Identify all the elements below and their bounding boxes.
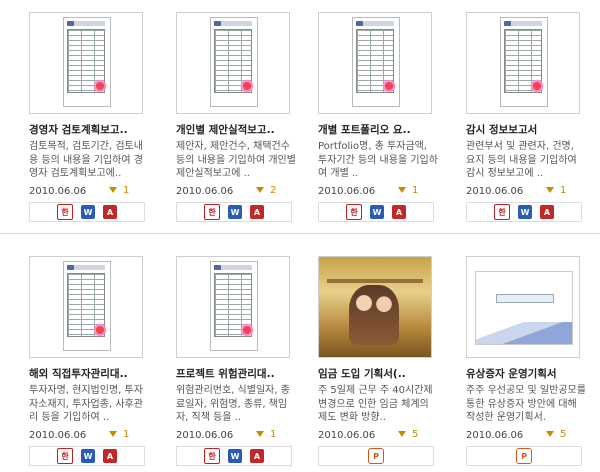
doc-format-icon[interactable]: W [81, 205, 95, 219]
template-title[interactable]: 유상증자 운영기획서 [466, 366, 586, 381]
download-count-value: 1 [412, 185, 419, 196]
download-count-value: 2 [270, 185, 277, 196]
format-icons: P [318, 446, 434, 466]
template-description: Portfolio명, 총 투자금액, 투자기간 등의 내용을 기입하여 개별 … [318, 141, 438, 179]
pdf-format-icon[interactable]: A [103, 205, 117, 219]
download-count-value: 5 [412, 429, 419, 440]
upload-date: 2010.06.06 [466, 430, 524, 441]
template-thumbnail[interactable] [318, 256, 432, 358]
pdf-format-icon[interactable]: A [103, 449, 117, 463]
template-row-2: 해외 직접투자관리대.. 투자자명, 현지법인명, 투자자소재지, 투자업종, 사… [0, 244, 600, 472]
upload-date: 2010.06.06 [176, 186, 234, 197]
download-count: 1 [109, 429, 129, 440]
template-title[interactable]: 감시 정보보고서 [466, 122, 586, 137]
download-arrow-icon [398, 431, 406, 437]
ppt-format-icon[interactable]: P [368, 448, 384, 464]
format-icons: 한WA [318, 202, 434, 222]
template-description: 위험관리번호, 식별일자, 종료일자, 위험명, 종류, 책임자, 직책 등을 … [176, 385, 290, 423]
pdf-format-icon[interactable]: A [250, 205, 264, 219]
download-count: 5 [546, 429, 566, 440]
format-icons: P [466, 446, 582, 466]
template-description: 검토목적, 검토기간, 검토내용 등의 내용을 기입하여 경영자 검토계획보고에… [29, 141, 143, 179]
template-title[interactable]: 개별 포트폴리오 요.. [318, 122, 438, 137]
template-thumbnail[interactable] [176, 12, 290, 114]
template-description: 제안자, 제안건수, 채택건수 등의 내용을 기입하여 개인별 제안실적보고에 … [176, 141, 296, 179]
upload-date: 2010.06.06 [466, 186, 524, 197]
template-thumbnail[interactable] [176, 256, 290, 358]
doc-format-icon[interactable]: W [228, 449, 242, 463]
template-thumbnail[interactable] [466, 256, 580, 358]
template-thumbnail[interactable] [318, 12, 432, 114]
download-count-value: 1 [123, 185, 130, 196]
template-thumbnail[interactable] [29, 12, 143, 114]
template-description: 관련부서 및 관련자, 건명, 요지 등의 내용을 기입하여 감시 정보보고에 … [466, 141, 577, 179]
download-count-value: 5 [560, 429, 567, 440]
format-icons: 한WA [176, 446, 292, 466]
download-arrow-icon [398, 187, 406, 193]
download-count: 1 [109, 185, 129, 196]
pdf-format-icon[interactable]: A [250, 449, 264, 463]
upload-date: 2010.06.06 [318, 430, 376, 441]
upload-date: 2010.06.06 [176, 430, 234, 441]
upload-date: 2010.06.06 [29, 430, 87, 441]
hwp-format-icon[interactable]: 한 [57, 204, 73, 220]
template-thumbnail[interactable] [466, 12, 580, 114]
download-arrow-icon [109, 187, 117, 193]
hwp-format-icon[interactable]: 한 [57, 448, 73, 464]
download-count: 1 [398, 185, 418, 196]
hwp-format-icon[interactable]: 한 [204, 448, 220, 464]
download-count-value: 1 [560, 185, 567, 196]
template-title[interactable]: 프로젝트 위험관리대.. [176, 366, 296, 381]
download-count: 1 [546, 185, 566, 196]
pdf-format-icon[interactable]: A [392, 205, 406, 219]
template-title[interactable]: 임금 도입 기획서(.. [318, 366, 438, 381]
template-thumbnail[interactable] [29, 256, 143, 358]
doc-format-icon[interactable]: W [228, 205, 242, 219]
template-description: 주주 우선공모 및 일반공모를 통한 유상증자 방안에 대해 작성한 운영기획서… [466, 385, 586, 423]
template-row-1: 경영자 검토계획보고.. 검토목적, 검토기간, 검토내용 등의 내용을 기입하여… [0, 0, 600, 228]
download-arrow-icon [256, 431, 264, 437]
hwp-format-icon[interactable]: 한 [494, 204, 510, 220]
template-title[interactable]: 해외 직접투자관리대.. [29, 366, 149, 381]
hwp-format-icon[interactable]: 한 [204, 204, 220, 220]
doc-format-icon[interactable]: W [81, 449, 95, 463]
template-title[interactable]: 경영자 검토계획보고.. [29, 122, 149, 137]
upload-date: 2010.06.06 [318, 186, 376, 197]
download-arrow-icon [546, 431, 554, 437]
upload-date: 2010.06.06 [29, 186, 87, 197]
hwp-format-icon[interactable]: 한 [346, 204, 362, 220]
template-description: 투자자명, 현지법인명, 투자자소재지, 투자업종, 사후관리 등을 기입하여 … [29, 385, 143, 423]
download-arrow-icon [256, 187, 264, 193]
download-arrow-icon [109, 431, 117, 437]
format-icons: 한WA [176, 202, 292, 222]
download-count: 5 [398, 429, 418, 440]
download-count-value: 1 [123, 429, 130, 440]
pdf-format-icon[interactable]: A [540, 205, 554, 219]
template-title[interactable]: 개인별 제안실적보고.. [176, 122, 296, 137]
doc-format-icon[interactable]: W [370, 205, 384, 219]
download-count: 1 [256, 429, 276, 440]
format-icons: 한WA [29, 446, 145, 466]
doc-format-icon[interactable]: W [518, 205, 532, 219]
format-icons: 한WA [29, 202, 145, 222]
format-icons: 한WA [466, 202, 582, 222]
download-arrow-icon [546, 187, 554, 193]
download-count-value: 1 [270, 429, 277, 440]
download-count: 2 [256, 185, 276, 196]
row-divider [0, 233, 600, 234]
template-description: 주 5일제 근무 주 40시간제 변경으로 인한 임금 체계의 제도 변화 방향… [318, 385, 433, 423]
ppt-format-icon[interactable]: P [516, 448, 532, 464]
